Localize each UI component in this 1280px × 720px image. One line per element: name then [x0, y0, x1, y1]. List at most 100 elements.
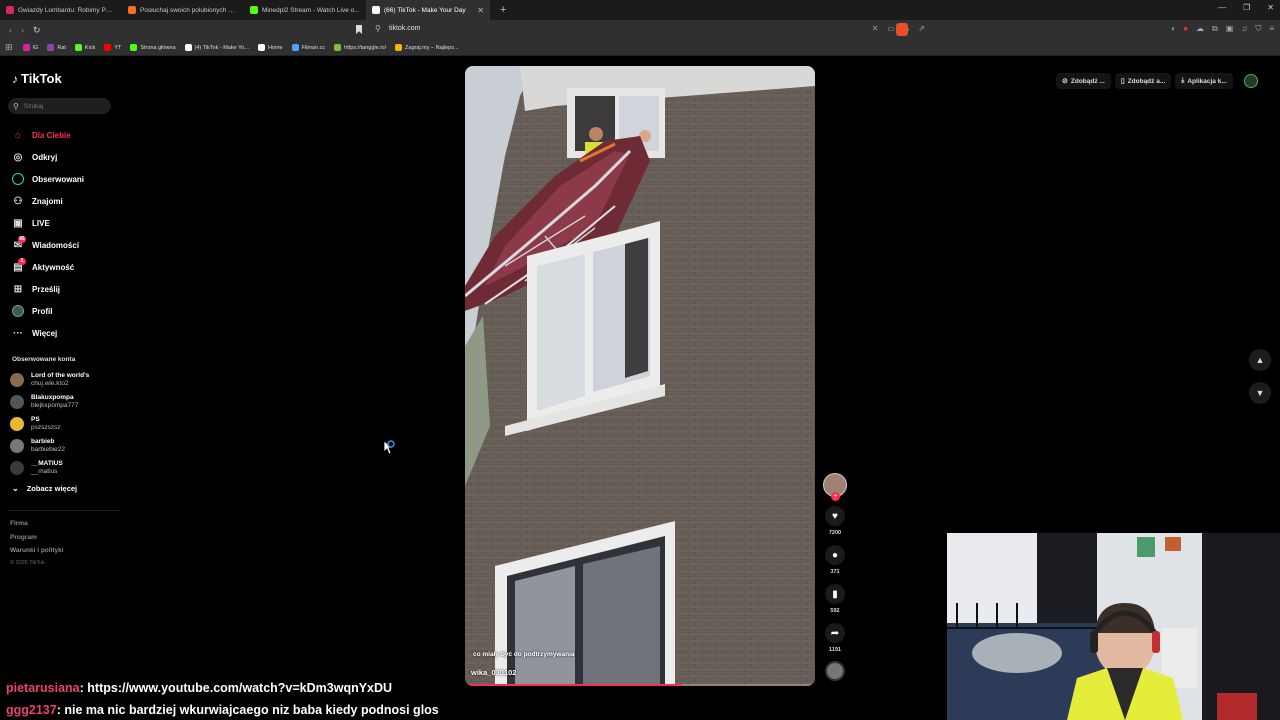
share-icon[interactable]: ⇗ — [918, 24, 925, 33]
bookmarks-bar: ⊞ IG Rat Kick YT Strona główna (4) TikTok - M… — [0, 40, 1280, 56]
video-caption: co miały być do podtrzymywania — [473, 651, 575, 658]
minimize-icon[interactable]: — — [1218, 3, 1226, 12]
search-input[interactable] — [23, 102, 99, 110]
sidebar-item-label: Obserwowani — [32, 174, 85, 184]
video-author[interactable]: wika_030102 — [471, 668, 516, 677]
apps-grid-icon[interactable]: ⊞ — [5, 42, 13, 53]
more-icon: ··· — [13, 327, 23, 339]
avatar — [10, 395, 24, 409]
mute-site-icon[interactable]: ✕ — [872, 24, 879, 33]
video-player[interactable]: co miały być do podtrzymywania wika_0301… — [465, 66, 815, 686]
follow-plus-icon[interactable]: + — [831, 492, 840, 501]
reload-icon[interactable]: ↻ — [33, 25, 41, 36]
webcam-overlay — [947, 533, 1280, 720]
bookmark-page-icon[interactable] — [356, 25, 362, 34]
bookmark-item[interactable]: IG — [22, 44, 38, 51]
sidebar-item-label: Profil — [32, 306, 53, 316]
restore-icon[interactable]: ❐ — [1243, 3, 1250, 12]
bookmark-favicon-icon — [22, 44, 30, 51]
bookmark-favicon-icon — [47, 44, 55, 51]
bookmark-label: Rat — [57, 44, 66, 51]
cast-icon[interactable]: ▭ — [887, 24, 895, 33]
puzzle-icon[interactable]: ⧉ — [1212, 24, 1218, 34]
tiktok-logo[interactable]: ♪ TikTok — [12, 71, 62, 86]
header-button-icon: ▯ — [1120, 78, 1125, 85]
share-arrow-icon[interactable]: ➦ — [825, 623, 845, 643]
footer-link[interactable]: Warunki i polityki — [10, 544, 64, 558]
menu-icon[interactable]: ≡ — [1269, 24, 1274, 34]
sidebar-item-more[interactable]: ··· Więcej — [12, 322, 84, 344]
followed-account[interactable]: PS pszszszsz — [10, 413, 89, 435]
comment-icon[interactable]: ● — [825, 545, 845, 565]
bookmark-item[interactable]: Home — [257, 44, 283, 51]
sidebar-item-messages[interactable]: ✉ 66 Wiadomości — [12, 234, 84, 256]
video-progress-bar[interactable] — [465, 684, 815, 686]
record-icon[interactable]: ● — [1183, 24, 1188, 34]
tab-favicon-icon — [372, 6, 380, 14]
user-avatar[interactable] — [1244, 74, 1258, 88]
previous-video-button[interactable]: ▲ — [1249, 349, 1271, 371]
footer-link[interactable]: Program — [10, 531, 64, 545]
footer-link[interactable]: Firma — [10, 517, 64, 531]
sidebar-item-label: Wiadomości — [32, 240, 80, 250]
bookmark-item[interactable]: (4) TikTok - Make Yo... — [184, 44, 249, 51]
close-tab-icon[interactable]: ✕ — [477, 6, 484, 15]
browser-tab[interactable]: (66) TikTok - Make Your Day ✕ — [366, 0, 490, 20]
bookmark-item[interactable]: Kick — [74, 44, 95, 51]
bookmark-item[interactable]: https://tanggle.io/ — [334, 44, 386, 51]
sidebar-toggle-icon[interactable]: ▣ — [1226, 24, 1234, 34]
account-handle: barbiebie22 — [31, 446, 65, 453]
browser-tab[interactable]: Gwiazdy Lombardu: Robimy PRAWC... — [0, 0, 122, 20]
see-more-button[interactable]: ⌄ Zobacz więcej — [12, 484, 77, 493]
forward-icon[interactable]: › — [21, 25, 24, 35]
header-button[interactable]: ▯ Zdobądź a... — [1114, 73, 1172, 89]
account-handle: pszszszsz — [31, 424, 61, 431]
bookmark-item[interactable]: Filman.cc — [291, 44, 325, 51]
bookmark-item[interactable]: Zagraj.my – Najleps... — [395, 44, 459, 51]
search-box[interactable]: ⚲ — [8, 98, 111, 114]
followed-account[interactable]: Lord of the world's chuj.wie.kto2 — [10, 369, 89, 391]
save-action[interactable]: ▮ 592 — [822, 584, 848, 614]
sidebar-item-compass[interactable]: ◎ Odkryj — [12, 146, 84, 168]
audio-playing-icon[interactable]: ◖ — [1170, 24, 1175, 34]
followed-account[interactable]: barbieb barbiebie22 — [10, 435, 89, 457]
extensions-area: ◖ ● ☁ ⧉ ▣ ♫ ⛉ ≡ — [1170, 24, 1274, 34]
bookmark-icon[interactable]: ▮ — [825, 584, 845, 604]
back-icon[interactable]: ‹ — [9, 25, 12, 35]
bookmark-label: Home — [267, 44, 283, 51]
sidebar-item-upload[interactable]: ⊞ Prześlij — [12, 278, 84, 300]
account-name: Blakuxpompa — [31, 394, 74, 401]
friends-icon: ⚇ — [13, 195, 23, 207]
comment-action[interactable]: ● 371 — [822, 545, 848, 575]
sidebar-item-label: Odkryj — [32, 152, 58, 162]
close-window-icon[interactable]: ✕ — [1267, 3, 1274, 12]
sidebar-item-home[interactable]: ⌂ Dla Ciebie — [12, 124, 84, 146]
sidebar-item-following[interactable]: Obserwowani — [12, 168, 84, 190]
header-button[interactable]: ⊘ Zdobądź ... — [1056, 73, 1111, 89]
brave-shields-icon[interactable] — [896, 23, 908, 36]
browser-tab[interactable]: Posłuchaj swoich polubionych utwo... — [122, 0, 244, 20]
sidebar-item-profile[interactable]: Profil — [12, 300, 84, 322]
music-disc-icon[interactable] — [825, 661, 845, 681]
heart-icon[interactable]: ♥ — [825, 506, 845, 526]
next-video-button[interactable]: ▼ — [1249, 382, 1271, 404]
share-action[interactable]: ➦ 1191 — [822, 623, 848, 653]
followed-account[interactable]: __MATIUS __matius — [10, 457, 89, 479]
site-info-icon[interactable]: ⚲ — [375, 24, 381, 33]
bookmark-item[interactable]: YT — [104, 44, 121, 51]
followed-account[interactable]: Blakuxpompa blejkxpompa777 — [10, 391, 89, 413]
shield-icon[interactable]: ⛉ — [1255, 24, 1261, 34]
header-button[interactable]: ⤓ Aplikacja k... — [1175, 73, 1233, 89]
media-icon[interactable]: ♫ — [1241, 24, 1247, 34]
sidebar-item-friends[interactable]: ⚇ Znajomi — [12, 190, 84, 212]
bookmark-item[interactable]: Rat — [47, 44, 66, 51]
new-tab-button[interactable]: + — [500, 4, 506, 16]
sidebar-item-live[interactable]: ▣ LIVE — [12, 212, 84, 234]
url-field[interactable]: tiktok.com — [389, 25, 421, 32]
sidebar-item-activity[interactable]: ▤ 1 Aktywność — [12, 256, 84, 278]
bookmark-item[interactable]: Strona główna — [130, 44, 176, 51]
creator-avatar[interactable]: + — [823, 473, 847, 501]
extension-icon[interactable]: ☁ — [1196, 24, 1204, 34]
browser-tab[interactable]: Minedpl2 Stream - Watch Live o... — [244, 0, 366, 20]
like-action[interactable]: ♥ 7200 — [822, 506, 848, 536]
